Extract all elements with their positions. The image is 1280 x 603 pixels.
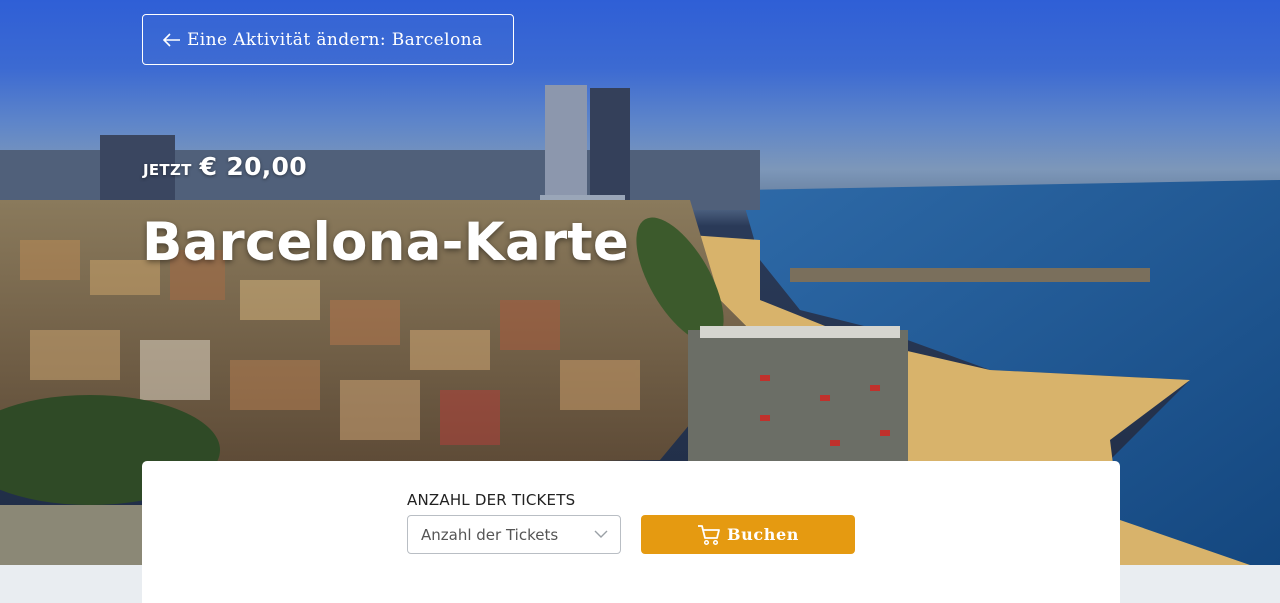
tickets-select[interactable]: Anzahl der Tickets bbox=[407, 515, 621, 554]
cart-icon bbox=[698, 524, 720, 545]
book-button[interactable]: Buchen bbox=[641, 515, 855, 554]
arrow-left-icon bbox=[163, 32, 180, 47]
tickets-select-value: Anzahl der Tickets bbox=[421, 525, 559, 544]
page-title: Barcelona-Karte bbox=[142, 212, 629, 273]
change-activity-label: Eine Aktivität ändern: Barcelona bbox=[187, 29, 483, 50]
change-activity-link[interactable]: Eine Aktivität ändern: Barcelona bbox=[142, 14, 514, 65]
booking-card: ANZAHL DER TICKETS Anzahl der Tickets Bu… bbox=[142, 461, 1120, 603]
price-amount: € 20,00 bbox=[199, 152, 307, 181]
price-prefix: JETZT bbox=[143, 161, 192, 179]
tickets-label: ANZAHL DER TICKETS bbox=[407, 491, 576, 509]
book-button-label: Buchen bbox=[727, 525, 799, 544]
price-block: JETZT € 20,00 bbox=[143, 152, 307, 181]
chevron-down-icon bbox=[594, 530, 608, 538]
